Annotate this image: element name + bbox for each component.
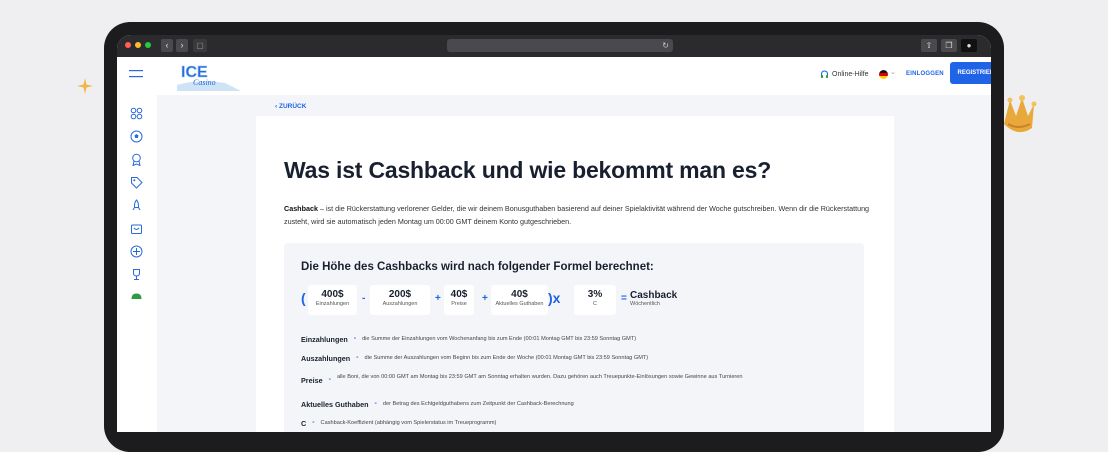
android-icon[interactable] <box>130 290 143 303</box>
definition-text: alle Boni, die von 00:00 GMT am Montag b… <box>336 374 743 380</box>
formula-value: 40$ <box>511 289 528 300</box>
formula-value: 40$ <box>450 289 468 300</box>
formula-result: Cashback Wöchentlich <box>630 290 677 307</box>
ice-casino-logo[interactable]: ICE Casino <box>177 61 241 91</box>
slots-icon[interactable] <box>130 245 143 258</box>
formula-label: Auszahlungen <box>382 301 418 307</box>
definition-dash: - <box>312 419 315 426</box>
formula-item-withdrawals: 200$ Auszahlungen <box>370 285 430 315</box>
formula-item-coefficient: 3% C <box>574 285 616 315</box>
formula-item-balance: 40$ Aktuelles Guthaben <box>491 285 548 315</box>
intro-paragraph: Cashback – ist die Rückerstattung verlor… <box>284 203 874 228</box>
close-dot[interactable] <box>125 42 131 48</box>
rocket-icon[interactable] <box>130 199 143 212</box>
formula-heading: Die Höhe des Cashbacks wird nach folgend… <box>301 261 654 273</box>
formula-box: Die Höhe des Cashbacks wird nach folgend… <box>284 243 864 432</box>
definition-item: Auszahlungen - die Summe der Auszahlungen … <box>301 354 648 363</box>
chevron-down-icon[interactable]: ⌄ <box>890 68 896 76</box>
definition-item: C - Cashback-Koeffizient (abhängig vom Spi… <box>301 419 496 428</box>
definition-text: der Betrag des Echtgeldguthabens zum Zei… <box>382 401 574 407</box>
formula-value: 200$ <box>388 289 412 300</box>
maximize-dot[interactable] <box>145 42 151 48</box>
definition-dash: - <box>353 335 357 342</box>
open-paren: ( <box>301 290 306 306</box>
back-link[interactable]: ‹ ZURÜCK <box>275 103 306 110</box>
formula-value: 400$ <box>321 289 344 300</box>
definition-term: Aktuelles Guthaben <box>301 400 369 409</box>
formula-value: 3% <box>587 289 603 300</box>
equals-operator: = <box>621 293 627 304</box>
definition-term: Preise <box>301 376 323 385</box>
games-icon[interactable] <box>130 107 143 120</box>
share-icon[interactable]: ⇧ <box>921 39 937 52</box>
formula-label: C <box>593 301 597 307</box>
plus-operator: + <box>482 293 488 304</box>
window-controls[interactable] <box>125 42 151 48</box>
definition-term: C <box>301 419 307 428</box>
formula-label: Preise <box>451 301 467 307</box>
definition-term: Einzahlungen <box>301 335 348 344</box>
site-header: ICE Casino Online-Hilfe ⌄ EINLOGGEN REGI… <box>157 57 991 95</box>
article-card: Was ist Cashback und wie bekommt man es?… <box>256 116 894 432</box>
menu-icon[interactable] <box>129 69 143 79</box>
sidebar <box>117 57 158 432</box>
definition-item: Preise - alle Boni, die von 00:00 GMT am M… <box>301 373 821 385</box>
result-value: Cashback <box>630 290 678 301</box>
browser-screen: ‹ › ▢ ↻ ⇧ ❐ ● ICE Casino Online-Hilfe ⌄ … <box>117 35 991 432</box>
minimize-dot[interactable] <box>135 42 141 48</box>
definition-dash: - <box>374 400 377 407</box>
trophy-icon[interactable] <box>130 268 143 281</box>
formula-item-prizes: 40$ Preise <box>444 285 474 315</box>
page-title: Was ist Cashback und wie bekommt man es? <box>284 157 772 183</box>
soccer-ball-icon[interactable] <box>130 130 143 143</box>
logo-subtext: Casino <box>193 78 216 87</box>
definition-term: Auszahlungen <box>301 354 351 363</box>
minus-operator: - <box>362 293 366 304</box>
gift-icon[interactable] <box>130 222 143 235</box>
german-flag-icon[interactable] <box>879 70 888 79</box>
headset-icon <box>821 70 828 78</box>
address-bar[interactable]: ↻ <box>447 39 673 52</box>
online-help-link[interactable]: Online-Hilfe <box>820 70 869 79</box>
browser-back-icon[interactable]: ‹ <box>161 39 173 52</box>
tabs-icon[interactable]: ❐ <box>941 39 957 52</box>
download-icon[interactable]: ● <box>961 39 977 52</box>
intro-term: Cashback <box>284 204 318 213</box>
definition-dash: - <box>328 376 331 383</box>
sparkle-decoration <box>77 78 93 94</box>
formula-item-deposits: 400$ Einzahlungen <box>308 285 357 315</box>
award-icon[interactable] <box>130 153 143 166</box>
login-button[interactable]: EINLOGGEN <box>906 71 944 77</box>
browser-forward-icon[interactable]: › <box>176 39 188 52</box>
plus-operator: + <box>435 293 441 304</box>
definition-item: Aktuelles Guthaben - der Betrag des Echtge… <box>301 400 574 409</box>
definition-text: die Summe der Einzahlungen vom Wochenanf… <box>362 336 637 342</box>
intro-text: – ist die Rückerstattung verlorener Geld… <box>284 204 870 226</box>
browser-chrome: ‹ › ▢ ↻ ⇧ ❐ ● <box>117 35 991 57</box>
register-button[interactable]: REGISTRIEREN <box>950 62 991 84</box>
online-help-label: Online-Hilfe <box>832 71 869 78</box>
tag-icon[interactable] <box>130 176 143 189</box>
formula-row: ( 400$ Einzahlungen - 200$ Auszahlungen + … <box>301 285 861 315</box>
sidebar-toggle-icon[interactable]: ▢ <box>193 39 207 52</box>
definition-text: die Summe der Auszahlungen vom Beginn bi… <box>364 355 649 361</box>
definition-item: Einzahlungen - die Summe der Einzahlungen … <box>301 335 636 344</box>
formula-label: Einzahlungen <box>315 301 350 307</box>
close-paren-times: )x <box>548 290 561 306</box>
crown-decoration <box>1004 95 1037 133</box>
main-content: ‹ ZURÜCK Was ist Cashback und wie bekomm… <box>157 95 991 432</box>
formula-label: Aktuelles Guthaben <box>495 301 544 307</box>
result-label: Wöchentlich <box>630 301 660 307</box>
reload-icon[interactable]: ↻ <box>662 39 669 52</box>
definition-dash: - <box>356 354 359 361</box>
definition-text: Cashback-Koeffizient (abhängig vom Spiel… <box>320 420 497 426</box>
